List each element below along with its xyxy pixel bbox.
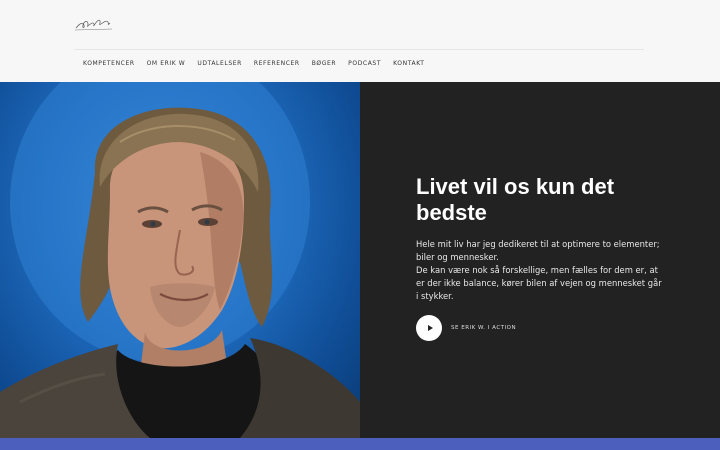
nav-item-om-erik-w[interactable]: OM ERIK W: [141, 59, 192, 69]
nav-item-podcast[interactable]: PODCAST: [342, 59, 387, 69]
hero-paragraph: De kan være nok så forskellige, men fæll…: [416, 265, 662, 301]
nav-item-kontakt[interactable]: KONTAKT: [387, 59, 430, 69]
watch-action-link[interactable]: SE ERIK W. I ACTION: [416, 315, 516, 341]
nav-item-udtalelser[interactable]: UDTALELSER: [191, 59, 248, 69]
portrait-illustration: [0, 82, 360, 438]
hero-body-text: Hele mit liv har jeg dedikeret til at op…: [416, 238, 666, 303]
nav-item-boger[interactable]: BØGER: [306, 59, 342, 69]
site-header: KOMPETENCER OM ERIK W UDTALELSER REFEREN…: [0, 0, 720, 82]
nav-item-referencer[interactable]: REFERENCER: [248, 59, 306, 69]
hero-portrait-photo: [0, 82, 360, 438]
play-button[interactable]: [416, 315, 442, 341]
hero-text-panel: Livet vil os kun det bedste Hele mit liv…: [360, 82, 720, 438]
hero-section: Livet vil os kun det bedste Hele mit liv…: [0, 82, 720, 438]
hero-paragraph: Hele mit liv har jeg dedikeret til at op…: [416, 239, 660, 262]
main-nav: KOMPETENCER OM ERIK W UDTALELSER REFEREN…: [77, 59, 431, 69]
hero-title: Livet vil os kun det bedste: [416, 174, 615, 225]
next-section-strip: [0, 438, 720, 450]
nav-item-kompetencer[interactable]: KOMPETENCER: [77, 59, 141, 69]
action-label[interactable]: SE ERIK W. I ACTION: [451, 325, 516, 331]
signature-logo-icon[interactable]: [74, 14, 114, 34]
header-divider: [74, 49, 644, 50]
play-icon: [427, 325, 433, 331]
